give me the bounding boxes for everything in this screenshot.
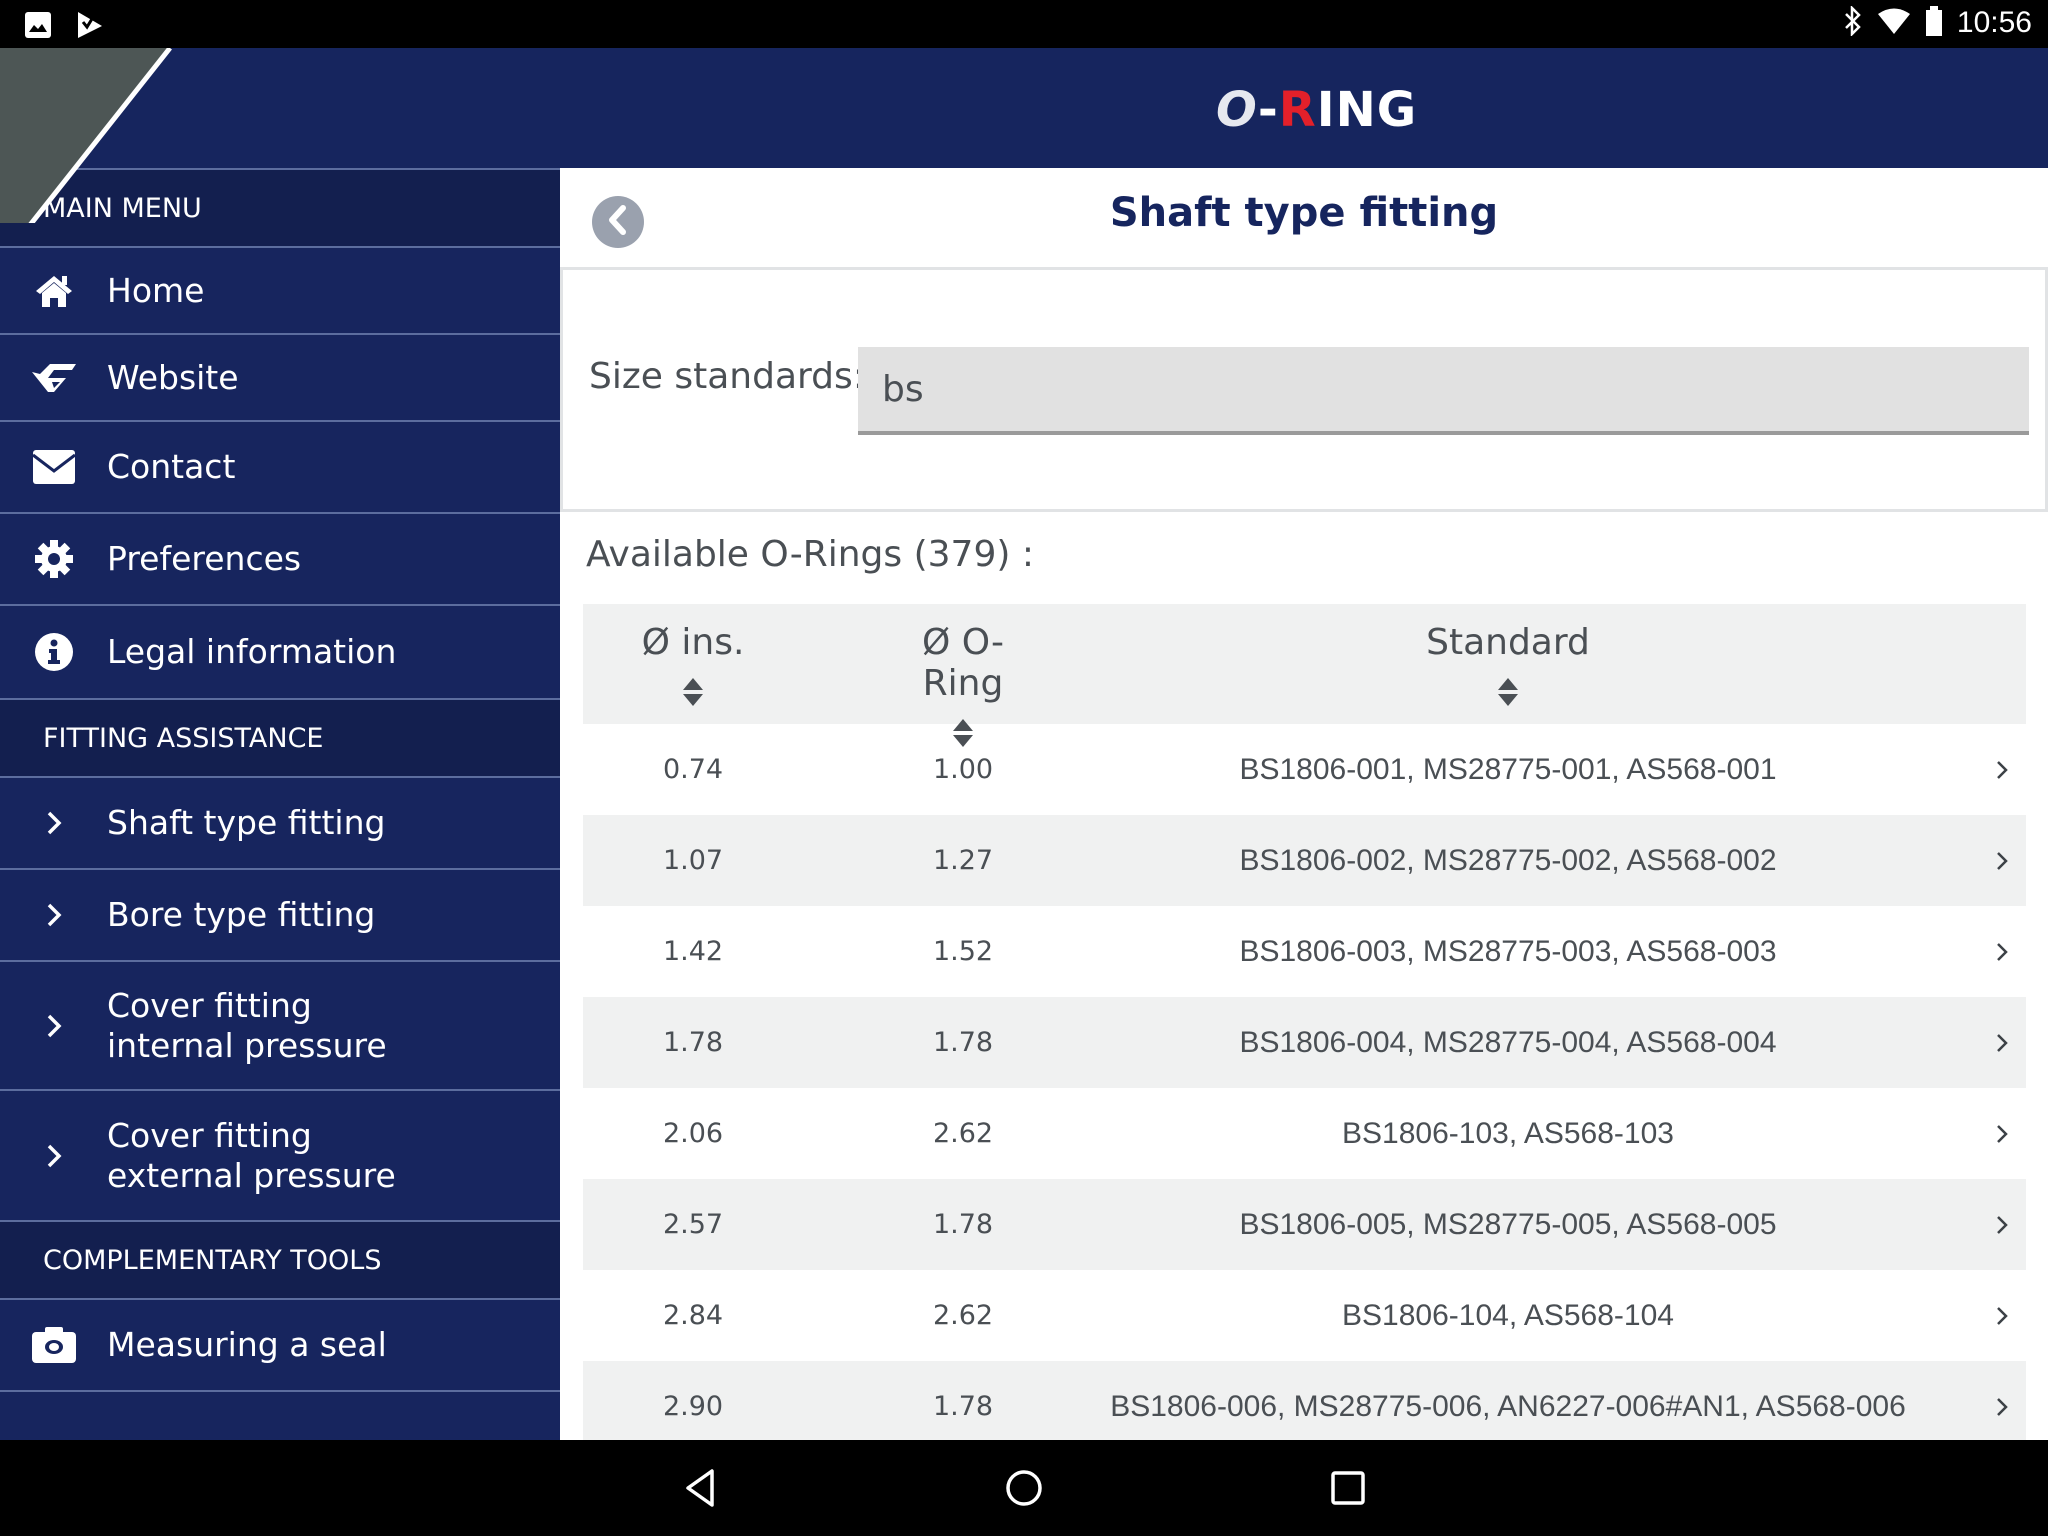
sidebar-item-home[interactable]: Home [0,248,560,335]
sidebar-item-cover-fitting-external-pressure[interactable]: Cover fitting external pressure [0,1091,560,1220]
table-row[interactable]: 2.84 2.62 BS1806-104, AS568-104 [583,1270,2026,1361]
nav-home-button[interactable] [1000,1464,1048,1512]
back-nav-icon [686,1469,714,1507]
chevron-right-icon [1997,761,2008,779]
cell-oring: 1.27 [932,845,994,876]
sidebar-item-contact[interactable]: Contact [0,422,560,514]
chevron-right-icon [0,1142,107,1170]
table-row[interactable]: 2.90 1.78 BS1806-006, MS28775-006, AN6227-… [583,1361,2026,1440]
camera-icon [0,1326,107,1364]
cell-standard: BS1806-002, MS28775-002, AS568-002 [1239,844,1777,877]
nav-back-button[interactable] [676,1464,724,1512]
orings-table: Ø ins. Ø O-Ring Standard 0.74 1.00 BS1806-… [583,604,2026,1440]
drawer-corner-decoration [0,48,172,223]
size-standards-filter: Size standards: [560,270,2048,512]
section-header-complementary-tools: COMPLEMENTARY TOOLS [0,1220,560,1300]
chevron-right-icon [0,809,107,837]
table-row[interactable]: 0.74 1.00 BS1806-001, MS28775-001, AS568-0… [583,724,2026,815]
cell-ins: 2.84 [662,1300,724,1331]
battery-icon [1925,6,1943,40]
cell-standard: BS1806-003, MS28775-003, AS568-003 [1239,935,1777,968]
cell-ins: 1.78 [662,1027,724,1058]
column-header-ins[interactable]: Ø ins. [613,604,773,724]
sidebar-item-measuring-a-seal[interactable]: Measuring a seal [0,1300,560,1392]
info-icon [0,632,107,672]
chevron-right-icon [1997,1125,2008,1143]
table-body: 0.74 1.00 BS1806-001, MS28775-001, AS568-0… [583,724,2026,1440]
cell-standard: BS1806-104, AS568-104 [1342,1299,1674,1332]
cell-oring: 1.78 [932,1391,994,1422]
sidebar-item-shaft-type-fitting[interactable]: Shaft type fitting [0,778,560,870]
cell-standard: BS1806-103, AS568-103 [1342,1117,1674,1150]
cell-oring: 1.78 [932,1027,994,1058]
home-icon [0,273,107,309]
cell-oring: 2.62 [932,1300,994,1331]
chevron-right-icon [1997,1307,2008,1325]
main-content: Shaft type fitting Size standards: Avail… [560,168,2048,1440]
sidebar-menu: MAIN MENU Home Website Contact Preferenc… [0,168,560,1440]
page-header: Shaft type fitting [560,168,2048,270]
chevron-right-icon [1997,1034,2008,1052]
table-row[interactable]: 2.06 2.62 BS1806-103, AS568-103 [583,1088,2026,1179]
home-nav-icon [1006,1470,1042,1506]
cell-standard: BS1806-005, MS28775-005, AS568-005 [1239,1208,1777,1241]
chevron-right-icon [1997,943,2008,961]
section-header-fitting-assistance: FITTING ASSISTANCE [0,698,560,778]
cell-oring: 1.78 [932,1209,994,1240]
available-orings-count: Available O-Rings (379) : [586,534,1034,575]
cell-ins: 1.42 [662,936,724,967]
app-header: O-RING [0,48,2048,168]
sidebar-item-bore-type-fitting[interactable]: Bore type fitting [0,870,560,962]
image-notification-icon [24,11,52,43]
clock: 10:56 [1956,6,2032,39]
sidebar-item-legal-information[interactable]: Legal information [0,606,560,698]
table-row[interactable]: 1.78 1.78 BS1806-004, MS28775-004, AS568-0… [583,997,2026,1088]
sidebar-item-preferences[interactable]: Preferences [0,514,560,606]
sidebar-item-cover-fitting-internal-pressure[interactable]: Cover fitting internal pressure [0,962,560,1091]
cell-standard: BS1806-001, MS28775-001, AS568-001 [1239,753,1777,786]
column-header-oring[interactable]: Ø O-Ring [883,604,1043,747]
bluetooth-icon [1843,4,1863,40]
cell-ins: 2.90 [662,1391,724,1422]
chevron-right-icon [1997,1398,2008,1416]
sort-icon [1498,678,1518,706]
cell-ins: 1.07 [662,845,724,876]
cell-oring: 2.62 [932,1118,994,1149]
cell-standard: BS1806-004, MS28775-004, AS568-004 [1239,1026,1777,1059]
page-title: Shaft type fitting [1109,190,1499,236]
sidebar-item-website[interactable]: Website [0,335,560,422]
chevron-right-icon [0,1012,107,1040]
cell-oring: 1.52 [932,936,994,967]
size-standards-label: Size standards: [589,356,865,397]
size-standards-input[interactable] [858,347,2029,435]
cell-ins: 0.74 [662,754,724,785]
column-header-standard[interactable]: Standard [1043,604,1973,724]
table-row[interactable]: 1.42 1.52 BS1806-003, MS28775-003, AS568-0… [583,906,2026,997]
chevron-right-icon [1997,852,2008,870]
system-navigation-bar [0,1440,2048,1536]
envelope-icon [0,449,107,485]
table-header: Ø ins. Ø O-Ring Standard [583,604,2026,747]
chevron-right-icon [1997,1216,2008,1234]
table-row[interactable]: 2.57 1.78 BS1806-005, MS28775-005, AS568-0… [583,1179,2026,1270]
cell-ins: 2.57 [662,1209,724,1240]
table-row[interactable]: 1.07 1.27 BS1806-002, MS28775-002, AS568-0… [583,815,2026,906]
status-bar: 10:56 [0,0,2048,48]
recents-nav-icon [1331,1471,1365,1505]
cell-oring: 1.00 [932,754,994,785]
gear-icon [0,539,107,579]
nav-recents-button[interactable] [1324,1464,1372,1512]
cell-ins: 2.06 [662,1118,724,1149]
wifi-icon [1877,7,1911,39]
website-logo-icon [0,360,107,396]
chevron-right-icon [0,901,107,929]
app-logo: O-RING [1216,82,1418,138]
cell-standard: BS1806-006, MS28775-006, AN6227-006#AN1,… [1110,1390,1906,1423]
sort-icon [683,678,703,706]
task-check-notification-icon [76,10,104,44]
